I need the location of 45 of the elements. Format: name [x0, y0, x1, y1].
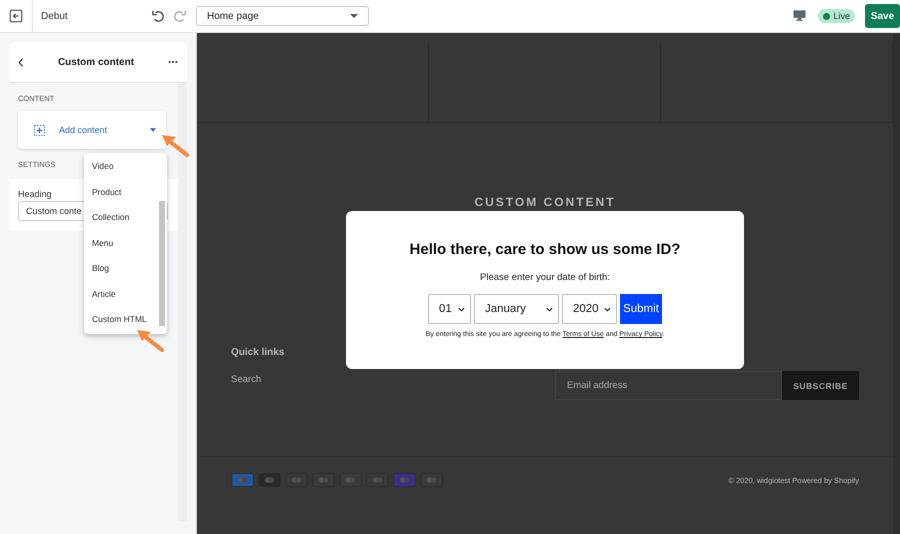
add-section-icon: [34, 124, 45, 136]
undo-icon[interactable]: [151, 8, 166, 24]
desktop-icon[interactable]: [793, 10, 806, 22]
payment-card-icon: [366, 473, 389, 487]
chevron-icon: [604, 306, 611, 312]
arrow-annotation: [135, 327, 165, 353]
payment-card-icon: [339, 473, 362, 487]
panel-title: Custom content: [56, 56, 136, 68]
payment-card-icon: [258, 473, 281, 487]
payment-card-icon: [393, 473, 416, 487]
payment-card-icon: [231, 473, 254, 487]
menu-item[interactable]: Menu: [84, 236, 167, 261]
month-select[interactable]: January: [474, 294, 559, 324]
subscribe-button[interactable]: SUBSCRIBE: [782, 371, 859, 400]
email-field[interactable]: Email address: [555, 371, 782, 400]
field-label: Heading: [18, 189, 52, 199]
chevron-icon: [546, 306, 553, 312]
more-icon[interactable]: [168, 60, 178, 64]
section-title: CUSTOM CONTENT: [474, 195, 616, 209]
dialog-prompt: Please enter your date of birth:: [480, 272, 610, 283]
page-select[interactable]: Home page: [196, 6, 369, 26]
menu-item[interactable]: Product: [84, 184, 167, 210]
day-select[interactable]: 01: [428, 294, 471, 324]
menu-item[interactable]: Video: [84, 159, 167, 184]
arrow-annotation: [160, 132, 190, 158]
payment-card-icon: [312, 473, 335, 487]
live-badge: Live: [818, 9, 855, 23]
payment-card-icon: [420, 473, 443, 487]
footer-link[interactable]: Search: [231, 374, 262, 385]
chevron-icon: [458, 306, 465, 312]
menu-item[interactable]: Blog: [84, 261, 167, 286]
year-select[interactable]: 2020: [562, 294, 617, 324]
menu-item[interactable]: Collection: [84, 210, 167, 236]
caret-icon: [150, 128, 156, 132]
payment-card-icon: [285, 473, 308, 487]
footer-heading: Quick links: [231, 347, 284, 358]
back-icon[interactable]: [18, 58, 24, 66]
submit-button[interactable]: Submit: [620, 294, 662, 324]
menu-item[interactable]: Custom HTML: [84, 312, 167, 338]
menu-item[interactable]: Article: [84, 286, 167, 312]
save-button[interactable]: Save: [865, 4, 900, 28]
exit-icon[interactable]: [9, 9, 23, 23]
theme-name: Debut: [41, 10, 69, 22]
add-content-button[interactable]: Add content: [18, 111, 166, 149]
dialog-title: Hello there, care to show us some ID?: [410, 241, 680, 258]
